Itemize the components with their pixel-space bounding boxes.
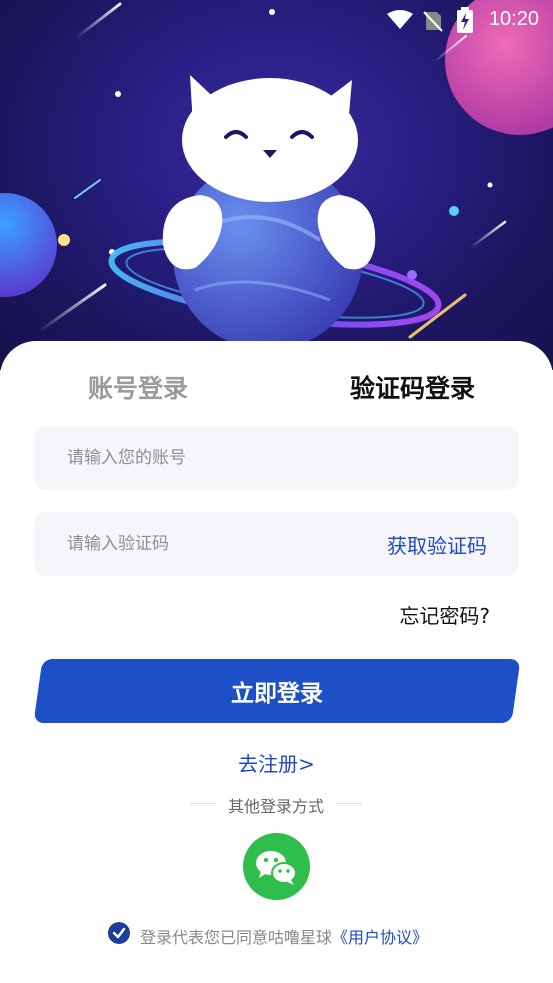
wechat-login-button[interactable] (243, 833, 310, 900)
divider-right (336, 803, 362, 804)
account-input[interactable] (34, 426, 367, 490)
no-sim-icon (423, 10, 443, 38)
check-icon (112, 927, 126, 939)
login-button-label: 立即登录 (231, 681, 323, 707)
agreement-checkbox[interactable] (108, 922, 130, 944)
get-code-button[interactable]: 获取验证码 (387, 530, 487, 559)
other-login-label: 其他登录方式 (227, 797, 324, 816)
battery-charging-icon (457, 7, 473, 39)
agreement-prefix: 登录代表您已同意咕噜星球 (140, 928, 333, 947)
other-login-divider: 其他登录方式 (190, 793, 362, 816)
code-input[interactable] (34, 512, 367, 576)
login-button[interactable]: 立即登录 (33, 659, 521, 723)
wifi-icon (387, 10, 413, 36)
login-sheet: 账号登录 验证码登录 获取验证码 忘记密码? 立即登录 去注册> 其他登录方式 (0, 341, 553, 983)
tab-account-login[interactable]: 账号登录 (88, 369, 188, 405)
hero-banner (0, 0, 553, 370)
status-bar: 10:20 (0, 0, 553, 40)
hero-illustration (0, 0, 553, 350)
login-tabs: 账号登录 验证码登录 (0, 369, 553, 409)
user-agreement-link[interactable]: 《用户协议》 (332, 928, 428, 947)
left-planet (0, 193, 57, 297)
forgot-password-link[interactable]: 忘记密码? (399, 600, 490, 629)
wechat-icon (256, 851, 297, 885)
account-field (34, 426, 519, 490)
register-link[interactable]: 去注册> (0, 748, 553, 777)
tab-code-login[interactable]: 验证码登录 (350, 369, 475, 405)
agreement-text: 登录代表您已同意咕噜星球《用户协议》 (140, 924, 428, 948)
code-field: 获取验证码 (34, 512, 519, 576)
status-time: 10:20 (488, 8, 539, 30)
